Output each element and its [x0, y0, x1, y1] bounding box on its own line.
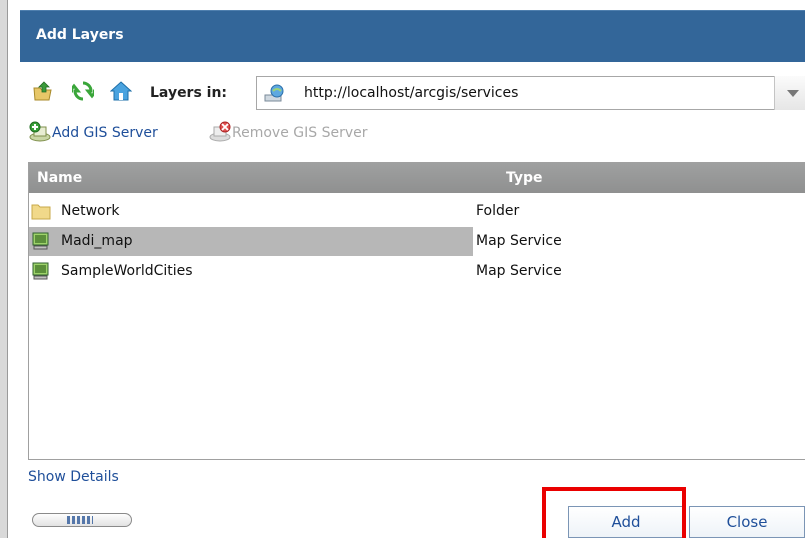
folder-icon — [31, 201, 51, 221]
add-gis-server-button[interactable]: Add GIS Server — [28, 121, 198, 145]
row-type: Folder — [476, 203, 520, 219]
map-service-icon — [31, 231, 51, 251]
add-button[interactable]: Add — [568, 506, 684, 538]
layers-in-label: Layers in: — [150, 85, 228, 101]
name-cell: Network — [29, 197, 473, 226]
layers-in-url: http://localhost/arcgis/services — [304, 85, 519, 101]
window-left-border — [0, 0, 8, 538]
table-row[interactable]: Network Folder — [29, 197, 805, 226]
row-type: Map Service — [476, 263, 562, 279]
map-service-icon — [31, 261, 51, 281]
close-button[interactable]: Close — [689, 506, 805, 538]
home-icon[interactable] — [109, 80, 133, 102]
layers-in-dropdown-button[interactable] — [774, 76, 805, 110]
name-cell: SampleWorldCities — [29, 257, 473, 286]
table-row[interactable]: SampleWorldCities Map Service — [29, 257, 805, 286]
remove-gis-server-button[interactable]: Remove GIS Server — [208, 121, 418, 145]
refresh-icon[interactable] — [66, 80, 100, 102]
resize-grip[interactable] — [32, 513, 132, 527]
chevron-down-icon — [787, 90, 799, 97]
add-gis-server-label: Add GIS Server — [52, 125, 158, 141]
grip-bars-icon — [67, 516, 93, 524]
row-type: Map Service — [476, 233, 562, 249]
name-cell: Madi_map — [29, 227, 473, 256]
toolbar: Layers in: http://localhost/arcgis/servi… — [32, 76, 805, 110]
row-name: SampleWorldCities — [61, 263, 193, 279]
grid-header: Name Type — [29, 163, 805, 193]
folder-up-icon[interactable] — [32, 80, 54, 102]
dialog-title-bar[interactable]: Add Layers — [20, 10, 805, 62]
dialog-title: Add Layers — [36, 27, 124, 43]
remove-gis-server-label: Remove GIS Server — [232, 125, 368, 141]
remove-server-icon — [208, 121, 232, 143]
show-details-link[interactable]: Show Details — [28, 469, 119, 485]
add-server-icon — [28, 121, 52, 143]
gis-server-actions: Add GIS Server Remove GIS Server — [28, 121, 805, 145]
row-name: Network — [61, 203, 120, 219]
server-globe-icon — [263, 83, 287, 105]
row-name: Madi_map — [61, 233, 133, 249]
table-row[interactable]: Madi_map Map Service — [29, 227, 805, 256]
layers-grid: Name Type Network Folder Madi_map Map Se… — [28, 162, 805, 460]
layers-in-select[interactable]: http://localhost/arcgis/services — [256, 76, 805, 110]
column-header-name[interactable]: Name — [37, 170, 82, 186]
column-header-type[interactable]: Type — [506, 170, 543, 186]
